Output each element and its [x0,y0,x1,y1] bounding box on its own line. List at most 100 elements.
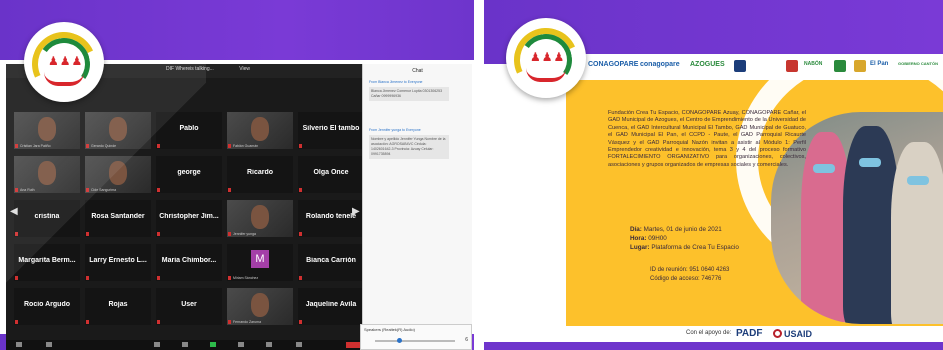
muted-mic-icon [15,320,18,324]
participant-name: Silverio El tambo [302,125,360,132]
participant-label: Cristian Jara Patiño [20,144,51,148]
participant-tile[interactable]: Pablo [156,112,222,149]
muted-mic-icon [228,276,231,280]
participant-video-icon [251,117,269,141]
reactions-icon[interactable] [266,342,272,347]
participant-label: Gerardo Quinde [91,144,117,148]
active-speaker-label: DIF Whereis talking... [166,66,214,72]
participant-tile[interactable]: Christopher Jim... [156,200,222,237]
support-label: Con el apoyo de: [686,330,732,336]
muted-mic-icon [15,276,18,280]
chat-sender: From Blanca Jimenez to Everyone [369,80,423,84]
participant-tile[interactable]: george [156,156,222,193]
muted-mic-icon [299,320,302,324]
participant-tile[interactable]: Fernando Zaruma [227,288,293,325]
participant-tile[interactable]: Ricardo [227,156,293,193]
muted-mic-icon [228,320,231,324]
sponsor-logo: NABÓN [804,61,823,67]
participant-tile[interactable]: Margarita Berm... [14,244,80,281]
padf-logo: PADF [736,328,763,339]
participant-name: Rocio Argudo [23,301,70,308]
speaker-label: Speakers (Realtek(R) Audio) [364,327,415,332]
zoom-slide: DIF Whereis talking... View Cristian Jar… [0,0,474,350]
access-code: Código de acceso: 746776 [650,276,722,282]
participant-tile[interactable]: Maria Chimbor... [156,244,222,281]
participant-video-icon [251,293,269,317]
chat-icon[interactable] [182,342,188,347]
participant-tile[interactable]: Bianca Carrión [298,244,364,281]
participant-label: Cide Sangurima [91,188,117,192]
muted-mic-icon [157,188,160,192]
participant-label: Fernando Zaruma [233,320,262,324]
meeting-info: ID de reunión: 951 0640 4263 Código de a… [650,266,729,284]
volume-slider[interactable] [375,340,455,342]
sponsor-logo: CONAGOPARE [588,61,639,68]
muted-mic-icon [228,232,231,236]
participant-label: Ana Ruth [20,188,35,192]
prev-page-arrow-icon[interactable]: ◀ [10,206,18,217]
hora-label: Hora: [630,234,647,242]
record-icon[interactable] [238,342,244,347]
sponsor-logo: El Pan [870,61,889,67]
participants-icon[interactable] [154,342,160,347]
participant-tile[interactable]: Cristian Jara Patiño [14,112,80,149]
participant-tile[interactable]: Rosa Santander [85,200,151,237]
video-icon[interactable] [46,342,52,347]
participant-grid: Cristian Jara Patiño Gerardo Quinde Pablo F… [6,108,364,336]
sponsor-logos-strip: CONAGOPARE conagopare AZOGUES NABÓN El P… [566,54,943,80]
more-icon[interactable] [296,342,302,347]
event-details: Día: Martes, 01 de junio de 2021 Hora: 0… [630,226,739,252]
muted-mic-icon [299,276,302,280]
volume-slider-knob[interactable] [397,338,402,343]
leave-button[interactable] [346,342,360,348]
sponsor-logo-icon [734,60,746,72]
participant-tile[interactable]: Jennifer yunga [227,200,293,237]
chat-sender: From Jennifer yunga to Everyone [369,128,421,132]
participant-tile[interactable]: Ana Ruth [14,156,80,193]
participant-tile[interactable]: Cide Sangurima [85,156,151,193]
usaid-logo: USAID [784,329,813,339]
view-button[interactable]: View [239,66,250,72]
participant-tile[interactable]: Rojas [85,288,151,325]
participant-tile[interactable]: Olga Once [298,156,364,193]
chat-message: From Jennifer yunga to Everyone Nombre y… [369,128,449,159]
participant-name: cristina [34,213,60,220]
participant-tile[interactable]: User [156,288,222,325]
participant-label: Miriam Sánchez [233,276,259,280]
participant-tile[interactable]: Jaqueline Avila [298,288,364,325]
participant-tile[interactable]: cristina [14,200,80,237]
participant-tile[interactable]: Larry Ernesto L... [85,244,151,281]
mute-icon[interactable] [16,342,22,347]
muted-mic-icon [15,144,18,148]
participant-tile[interactable]: Gerardo Quinde [85,112,151,149]
participant-label: Fabián Guamán [233,144,259,148]
volume-value: 6 [465,337,468,343]
participant-name: Ricardo [246,169,274,176]
participant-tile[interactable]: M Miriam Sánchez [227,244,293,281]
share-screen-icon[interactable] [210,342,216,347]
speaker-volume-popup: Speakers (Realtek(R) Audio) 6 [360,324,472,350]
participant-video-icon [109,117,127,141]
muted-mic-icon [299,144,302,148]
event-description: Fundación Crea Tu Espacio, CONAGOPARE Az… [608,110,806,168]
participant-name: george [177,169,201,176]
muted-mic-icon [228,188,231,192]
participant-tile[interactable]: Rocio Argudo [14,288,80,325]
participant-name: Bianca Carrión [306,257,356,264]
sponsor-logo-icon [854,60,866,72]
muted-mic-icon [157,144,160,148]
participant-label: Jennifer yunga [233,232,256,236]
muted-mic-icon [15,232,18,236]
hora-value: 09H00 [648,234,667,242]
next-page-arrow-icon[interactable]: ▶ [352,206,360,217]
chat-panel: Chat From Blanca Jimenez to Everyone Bla… [362,64,472,350]
sponsor-logo: GOBIERNO CANTÓN [898,61,938,66]
participant-name: Margarita Berm... [18,257,76,264]
muted-mic-icon [157,320,160,324]
chat-text: Blanca Jimenez Comenor Lupita 0301306253… [369,87,449,101]
muted-mic-icon [15,188,18,192]
participant-tile[interactable]: Fabián Guamán [227,112,293,149]
muted-mic-icon [157,276,160,280]
participant-tile[interactable]: Silverio El tambo [298,112,364,149]
participant-name: Pablo [179,125,199,132]
